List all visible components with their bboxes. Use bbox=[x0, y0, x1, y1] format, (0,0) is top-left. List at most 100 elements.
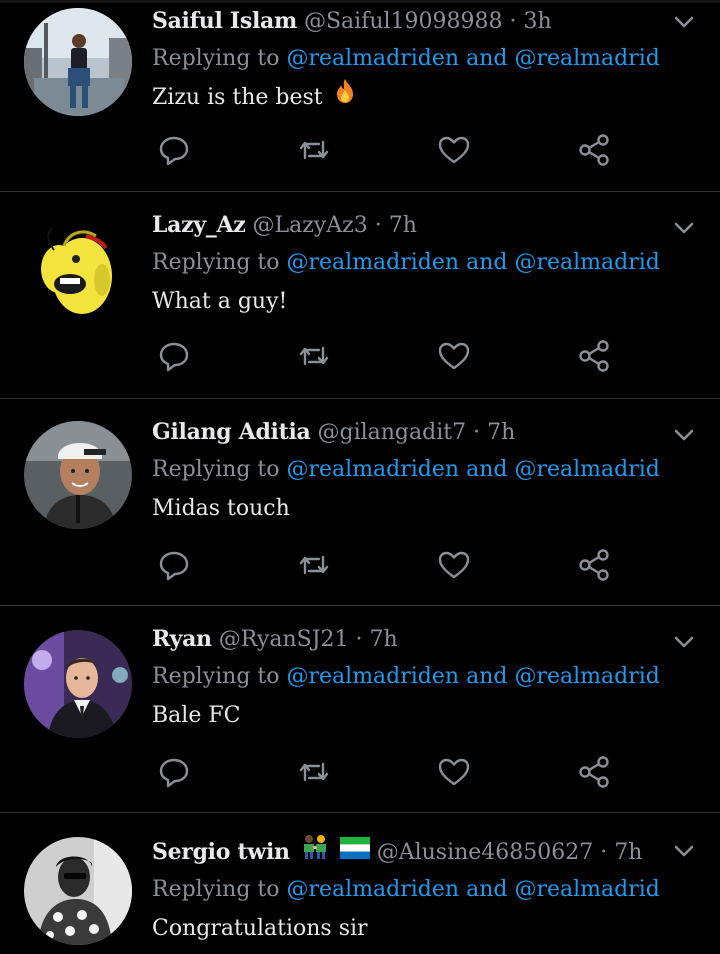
replying-to: Replying to @realmadriden and @realmadri… bbox=[152, 658, 660, 696]
like-icon[interactable] bbox=[436, 338, 472, 374]
couple-icon bbox=[301, 834, 329, 873]
timestamp[interactable]: 7h bbox=[370, 627, 398, 652]
tweet-actions bbox=[152, 132, 622, 172]
mention-link[interactable]: @realmadrid bbox=[514, 664, 659, 689]
tweet-header: Saiful Islam @Saiful19098988 · 3h bbox=[152, 2, 652, 40]
avatar-photo-man-grayscale bbox=[24, 837, 132, 945]
timestamp[interactable]: 7h bbox=[614, 840, 642, 865]
chevron-down-icon[interactable] bbox=[672, 423, 696, 447]
fire-icon bbox=[334, 78, 356, 118]
separator-dot: · bbox=[473, 420, 481, 445]
mention-link[interactable]: @realmadriden bbox=[287, 457, 460, 482]
display-name[interactable]: Gilang Aditia bbox=[152, 419, 311, 445]
retweet-icon[interactable] bbox=[296, 338, 332, 374]
conjunction: and bbox=[466, 46, 508, 71]
tweet-text: What a guy! bbox=[152, 282, 652, 322]
user-handle[interactable]: @Saiful19098988 bbox=[304, 9, 503, 34]
mention-link[interactable]: @realmadriden bbox=[287, 877, 460, 902]
tweet-text-content: Bale FC bbox=[152, 703, 241, 728]
tweet-header: Sergio twin @Alusine46850627 · 7h bbox=[152, 833, 652, 871]
replying-to: Replying to @realmadriden and @realmadri… bbox=[152, 871, 660, 909]
like-icon[interactable] bbox=[436, 547, 472, 583]
tweet[interactable]: Ryan @RyanSJ21 · 7h Replying to @realmad… bbox=[0, 606, 720, 813]
tweet[interactable]: Lazy_Az @LazyAz3 · 7h Replying to @realm… bbox=[0, 192, 720, 399]
mention-link[interactable]: @realmadriden bbox=[287, 250, 460, 275]
share-icon[interactable] bbox=[576, 754, 612, 790]
tweet[interactable]: Sergio twin @Alusine46850627 · 7h Replyi… bbox=[0, 813, 720, 954]
user-handle[interactable]: @gilangadit7 bbox=[317, 420, 466, 445]
replying-to: Replying to @realmadriden and @realmadri… bbox=[152, 451, 660, 489]
conjunction: and bbox=[466, 664, 508, 689]
tweet-text-content: Zizu is the best bbox=[152, 85, 323, 110]
like-icon[interactable] bbox=[436, 754, 472, 790]
user-handle[interactable]: @Alusine46850627 bbox=[377, 840, 594, 865]
display-name[interactable]: Lazy_Az bbox=[152, 212, 246, 238]
avatar[interactable] bbox=[24, 8, 132, 116]
mention-link[interactable]: @realmadrid bbox=[514, 250, 659, 275]
mention-link[interactable]: @realmadrid bbox=[514, 457, 659, 482]
mention-link[interactable]: @realmadrid bbox=[514, 46, 659, 71]
user-handle[interactable]: @RyanSJ21 bbox=[219, 627, 349, 652]
separator-dot: · bbox=[355, 627, 363, 652]
avatar[interactable] bbox=[24, 630, 132, 738]
replying-prefix: Replying to bbox=[152, 664, 280, 689]
tweet-text: Bale FC bbox=[152, 696, 652, 736]
mention-link[interactable]: @realmadriden bbox=[287, 46, 460, 71]
replying-prefix: Replying to bbox=[152, 457, 280, 482]
retweet-icon[interactable] bbox=[296, 754, 332, 790]
mention-link[interactable]: @realmadriden bbox=[287, 664, 460, 689]
retweet-icon[interactable] bbox=[296, 132, 332, 168]
timestamp[interactable]: 3h bbox=[524, 9, 552, 34]
avatar[interactable] bbox=[24, 214, 132, 322]
tweet-header: Ryan @RyanSJ21 · 7h bbox=[152, 620, 652, 658]
tweet-text-content: Congratulations sir bbox=[152, 916, 368, 941]
tweet[interactable]: Gilang Aditia @gilangadit7 · 7h Replying… bbox=[0, 399, 720, 606]
tweet-text: Midas touch bbox=[152, 489, 652, 529]
avatar[interactable] bbox=[24, 837, 132, 945]
avatar-cartoon-dog bbox=[24, 214, 132, 322]
timestamp[interactable]: 7h bbox=[487, 420, 515, 445]
replying-prefix: Replying to bbox=[152, 877, 280, 902]
display-name[interactable]: Sergio twin bbox=[152, 839, 290, 865]
timestamp[interactable]: 7h bbox=[389, 213, 417, 238]
tweet-text-content: What a guy! bbox=[152, 289, 288, 314]
tweet[interactable]: Saiful Islam @Saiful19098988 · 3h Replyi… bbox=[0, 0, 720, 192]
conjunction: and bbox=[466, 250, 508, 275]
replying-prefix: Replying to bbox=[152, 250, 280, 275]
share-icon[interactable] bbox=[576, 132, 612, 168]
conjunction: and bbox=[466, 877, 508, 902]
chevron-down-icon[interactable] bbox=[672, 216, 696, 240]
display-name[interactable]: Ryan bbox=[152, 626, 212, 652]
reply-icon[interactable] bbox=[156, 547, 192, 583]
separator-dot: · bbox=[374, 213, 382, 238]
reply-icon[interactable] bbox=[156, 132, 192, 168]
avatar-photo-man-purple-lights bbox=[24, 630, 132, 738]
tweet-text-content: Midas touch bbox=[152, 496, 290, 521]
tweet-text: Congratulations sir bbox=[152, 909, 652, 949]
tweet-actions bbox=[152, 338, 622, 378]
chevron-down-icon[interactable] bbox=[672, 10, 696, 34]
separator-dot: · bbox=[600, 840, 608, 865]
reply-icon[interactable] bbox=[156, 754, 192, 790]
chevron-down-icon[interactable] bbox=[672, 630, 696, 654]
avatar-photo-young-man-cap bbox=[24, 421, 132, 529]
tweet-header: Gilang Aditia @gilangadit7 · 7h bbox=[152, 413, 652, 451]
replying-to: Replying to @realmadriden and @realmadri… bbox=[152, 244, 660, 282]
user-handle[interactable]: @LazyAz3 bbox=[252, 213, 367, 238]
like-icon[interactable] bbox=[436, 132, 472, 168]
chevron-down-icon[interactable] bbox=[672, 839, 696, 863]
avatar[interactable] bbox=[24, 421, 132, 529]
tweet-actions bbox=[152, 547, 622, 587]
separator-dot: · bbox=[509, 9, 517, 34]
mention-link[interactable]: @realmadrid bbox=[514, 877, 659, 902]
share-icon[interactable] bbox=[576, 547, 612, 583]
display-name[interactable]: Saiful Islam bbox=[152, 8, 297, 34]
conjunction: and bbox=[466, 457, 508, 482]
retweet-icon[interactable] bbox=[296, 547, 332, 583]
replying-prefix: Replying to bbox=[152, 46, 280, 71]
reply-icon[interactable] bbox=[156, 338, 192, 374]
share-icon[interactable] bbox=[576, 338, 612, 374]
avatar-photo-man-standing bbox=[24, 8, 132, 116]
sierra-leone-flag-icon bbox=[339, 834, 370, 872]
replying-to: Replying to @realmadriden and @realmadri… bbox=[152, 40, 660, 78]
